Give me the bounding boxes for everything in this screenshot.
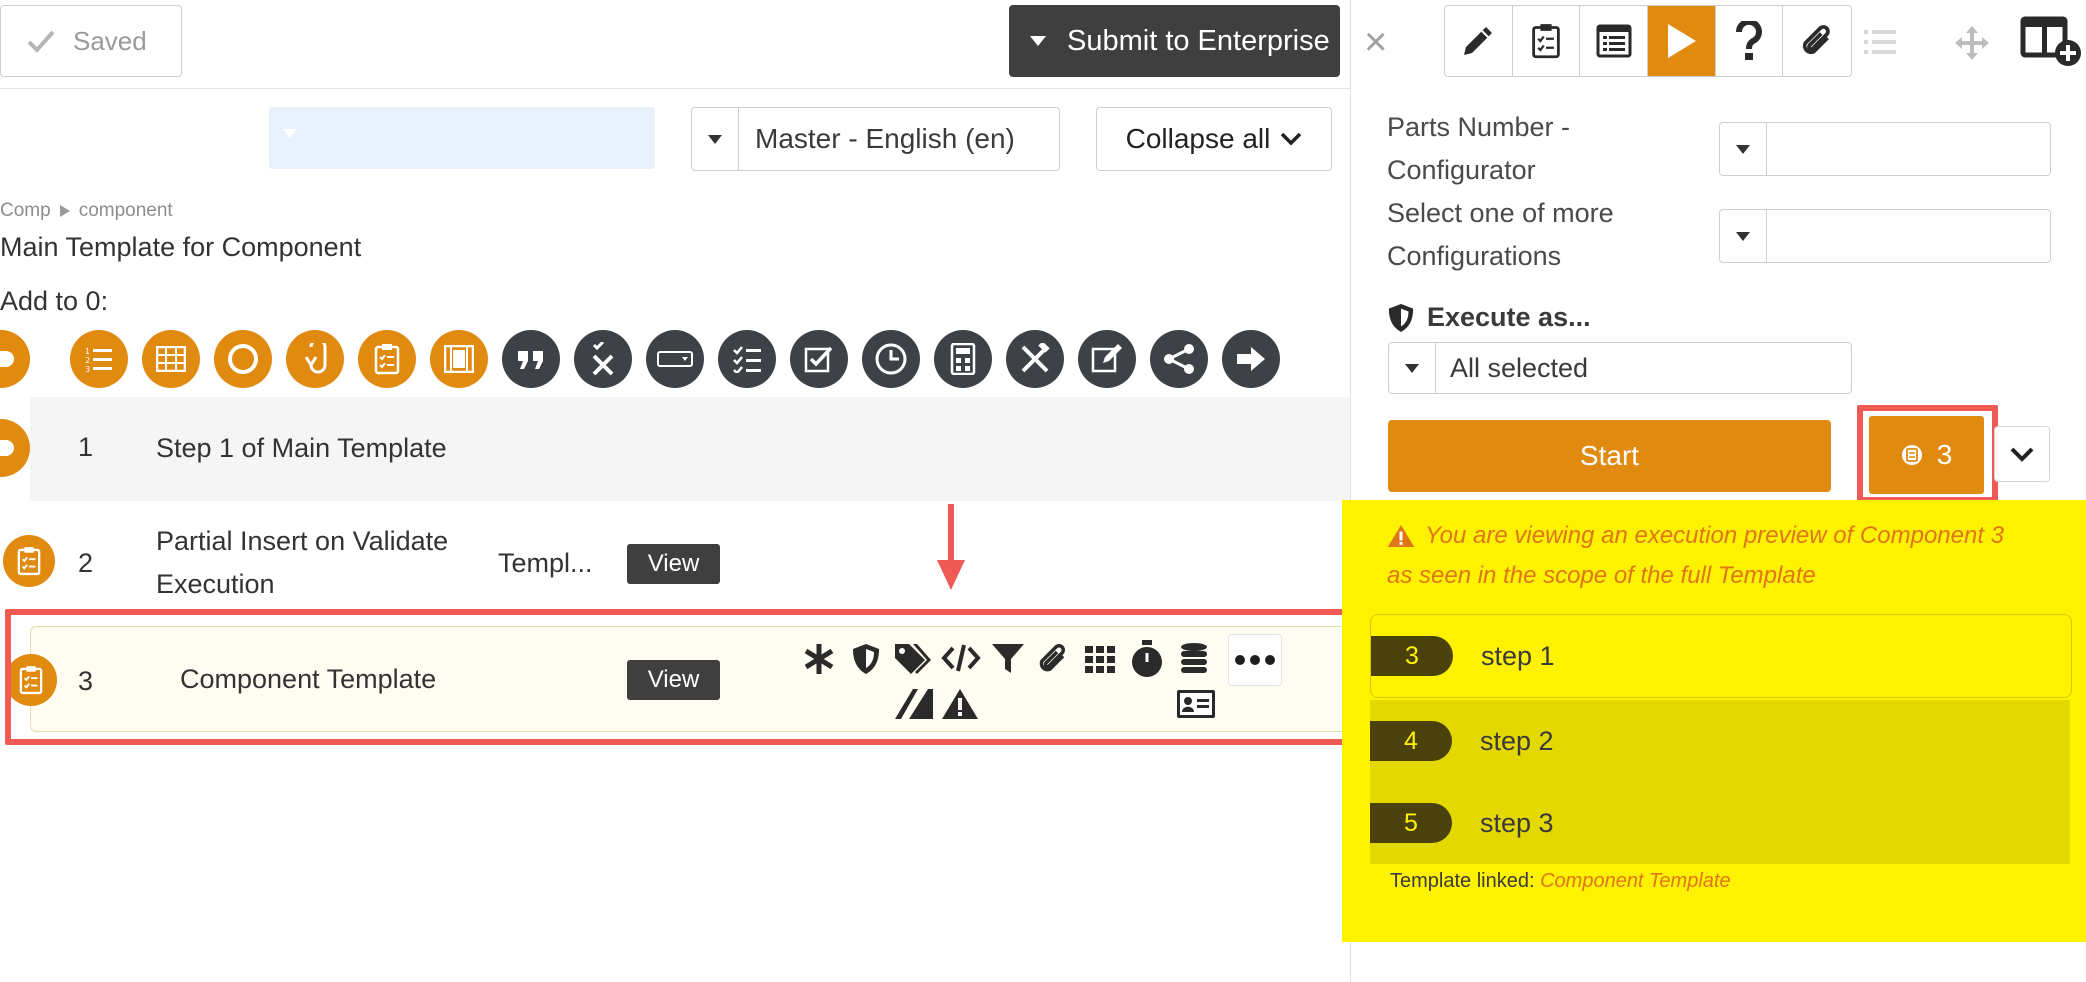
checklist-icon[interactable] [1513,6,1581,76]
preview-step[interactable]: 3 step 1 [1370,614,2072,698]
edit-icon[interactable] [1078,330,1136,388]
share-icon[interactable] [1150,330,1208,388]
start-options-button[interactable] [1994,426,2050,482]
svg-text:3: 3 [85,365,90,373]
step-icon[interactable] [0,330,30,388]
preview-step-label: step 1 [1481,640,1555,671]
chevron-down-icon [2010,446,2034,462]
triangle-right-icon [59,205,71,217]
numbered-list-icon[interactable]: 123 [70,330,128,388]
start-button[interactable]: Start [1388,420,1831,492]
language-value: Master - English (en) [755,123,1015,154]
preview-step-label: step 2 [1480,725,1554,756]
saved-button[interactable]: Saved [0,5,182,77]
breadcrumb: Comp component [0,200,173,222]
template-linked: Template linked: Component Template [1390,870,1731,893]
annotation-highlight-counter [1857,405,1998,503]
preview-step-number: 5 [1370,803,1452,843]
film-icon[interactable] [430,330,488,388]
paperclip-icon[interactable] [1783,6,1851,76]
clock-icon[interactable] [862,330,920,388]
template-linked-link[interactable]: Component Template [1540,870,1731,892]
step-number: 2 [78,548,94,578]
caret-down-icon [1720,210,1767,262]
add-panel-icon[interactable] [2020,16,2084,68]
checklist-dark-icon[interactable] [718,330,776,388]
execute-as-label: Execute as... [1387,302,1591,333]
input-field-icon[interactable] [646,330,704,388]
breadcrumb-root[interactable]: Comp [0,200,51,222]
circle-icon[interactable] [214,330,272,388]
pencil-icon[interactable] [1445,6,1513,76]
submit-to-enterprise-button[interactable]: Submit to Enterprise [1009,5,1340,77]
checkbox-icon[interactable] [790,330,848,388]
caret-down-icon[interactable] [1009,36,1067,46]
caret-down-icon [1389,343,1436,393]
arrow-right-icon[interactable] [1222,330,1280,388]
parts-number-label: Parts Number - Configurator [1387,112,1571,185]
add-to-label: Add to 0: [0,286,109,316]
caret-down-icon [692,108,739,170]
language-select[interactable]: Master - English (en) [691,107,1060,171]
execute-as-value: All selected [1450,352,1589,383]
step-title[interactable]: Partial Insert on Validate Execution [156,520,448,606]
configurations-label: Select one of more Configurations [1387,198,1614,271]
submit-label: Submit to Enterprise [1067,24,1330,57]
quote-icon[interactable] [502,330,560,388]
page-title: Main Template for Component [0,232,362,262]
step-type: Templ... [498,548,593,578]
link-icon[interactable] [286,330,344,388]
checklist-icon[interactable] [358,330,416,388]
annotation-arrow [934,502,968,592]
preview-step-number: 3 [1371,636,1453,676]
top-divider [0,88,1350,89]
configurations-select[interactable] [1719,209,2051,263]
preview-step-label: step 3 [1480,807,1554,838]
question-icon[interactable] [1716,6,1784,76]
view-button[interactable]: View [627,544,720,584]
collapse-label: Collapse all [1125,123,1271,154]
svg-text:2: 2 [85,356,90,365]
step-icon [0,419,30,477]
template-linked-label: Template linked: [1390,870,1535,892]
preview-step[interactable]: 4 step 2 [1370,700,2070,782]
table-icon[interactable] [142,330,200,388]
breadcrumb-leaf[interactable]: component [79,200,173,222]
preview-warning: You are viewing an execution preview of … [1387,522,2005,589]
close-icon[interactable]: × [1364,22,1387,62]
close-x-icon[interactable] [574,330,632,388]
caret-down-icon [1720,123,1767,175]
calculator-icon[interactable] [934,330,992,388]
tools-icon[interactable] [1006,330,1064,388]
execute-as-select[interactable]: All selected [1388,342,1852,394]
move-icon[interactable] [1955,26,1989,60]
checklist-icon [3,535,55,587]
step-title[interactable]: Step 1 of Main Template [156,427,447,470]
play-icon[interactable] [1648,6,1716,76]
parts-number-select[interactable] [1719,122,2051,176]
check-icon [27,29,55,53]
step-number: 1 [78,432,94,462]
saved-label: Saved [73,25,147,56]
list-doc-icon[interactable] [1580,6,1649,76]
warning-icon [1387,524,1415,548]
shield-icon [1387,303,1415,333]
collapse-all-button[interactable]: Collapse all [1096,107,1332,171]
preview-step-number: 4 [1370,721,1452,761]
panel-toolbar [1444,5,1852,77]
preview-step[interactable]: 5 step 3 [1370,782,2070,864]
outline-icon[interactable] [1864,28,1896,56]
chevron-down-icon [1280,132,1302,146]
caret-down-icon [283,129,297,138]
svg-text:1: 1 [85,347,90,356]
scope-select[interactable] [269,107,655,169]
annotation-highlight-row [5,609,1355,745]
